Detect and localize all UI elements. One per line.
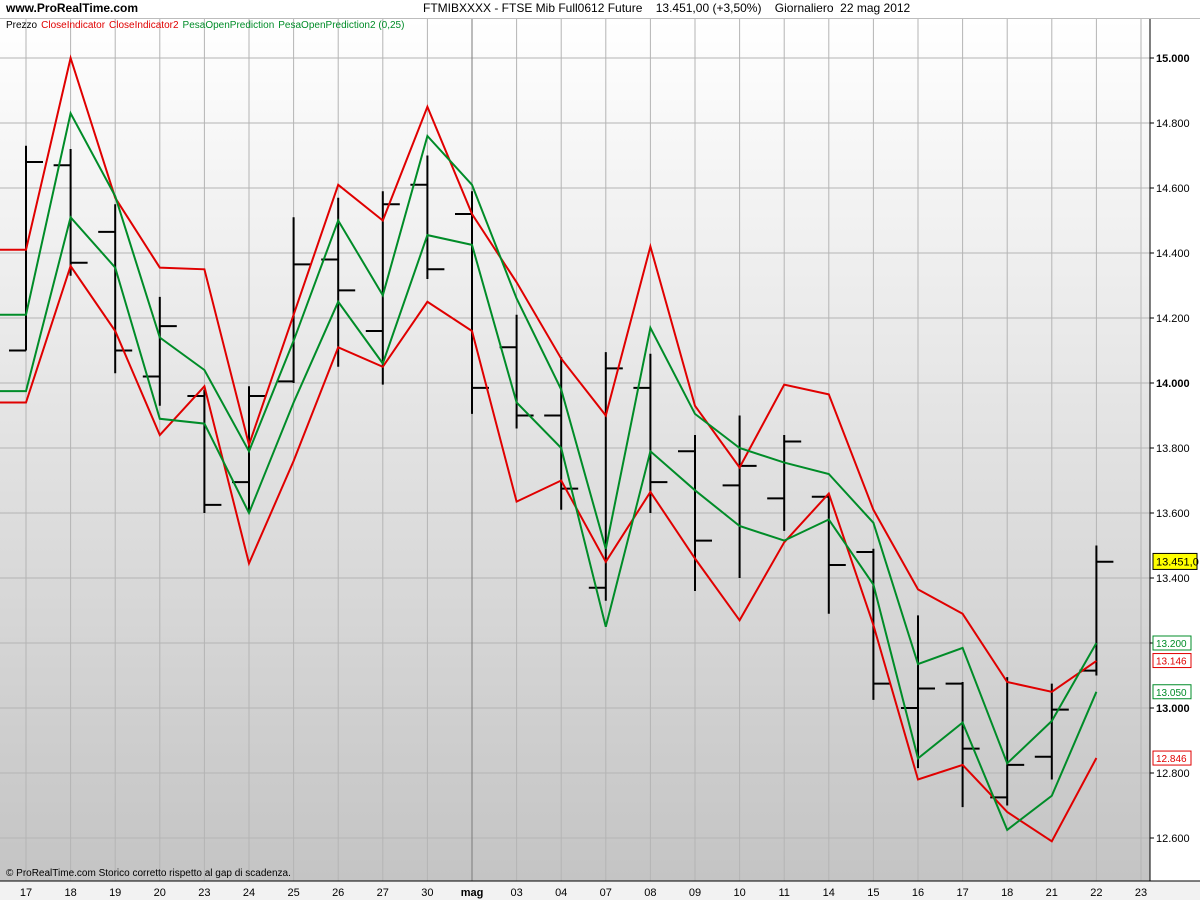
price-chart[interactable]: 12.600 12.800 13.000 13.200 13.400 13.600 13.8… [0, 19, 1200, 900]
y-tick-label: 13.000 [1156, 703, 1190, 715]
copyright-note: © ProRealTime.com Storico corretto rispe… [6, 868, 291, 879]
value-label: 12.846 [1156, 754, 1187, 765]
y-tick-label: 14.600 [1156, 183, 1190, 195]
x-tick-label: 26 [332, 887, 344, 899]
y-tick-label: 13.400 [1156, 573, 1190, 585]
x-tick-label: 04 [555, 887, 567, 899]
x-tick-label: 16 [912, 887, 924, 899]
x-tick-label: 27 [377, 887, 389, 899]
legend-entry: PesaOpenPrediction [182, 20, 275, 31]
legend-entry: CloseIndicator [41, 20, 106, 31]
legend-entry: CloseIndicator2 [109, 20, 179, 31]
y-tick-label: 12.800 [1156, 768, 1190, 780]
x-tick-label: 24 [243, 887, 255, 899]
site-name[interactable]: www.ProRealTime.com [6, 1, 138, 15]
y-tick-label: 14.800 [1156, 118, 1190, 130]
y-tick-label: 12.600 [1156, 833, 1190, 845]
x-tick-label: 20 [154, 887, 166, 899]
plot-area [0, 19, 1150, 881]
x-tick-label: 11 [778, 887, 789, 899]
x-tick-label: 07 [600, 887, 612, 899]
x-tick-label: 18 [1001, 887, 1013, 899]
x-tick-label: 10 [733, 887, 745, 899]
y-tick-label: 14.400 [1156, 248, 1190, 260]
value-label: 13.146 [1156, 657, 1187, 668]
x-tick-label: 22 [1090, 887, 1102, 899]
x-tick-label: 23 [198, 887, 210, 899]
chart-title: FTMIBXXXX - FTSE Mib Full0612 Future 13.… [423, 1, 911, 15]
y-tick-label: 13.800 [1156, 443, 1190, 455]
x-tick-label: 21 [1046, 887, 1058, 899]
x-tick-label: 30 [421, 887, 433, 899]
x-tick-label: 25 [287, 887, 299, 899]
x-tick-label: 14 [823, 887, 835, 899]
value-label: 13.050 [1156, 688, 1187, 699]
x-tick-label: 15 [867, 887, 879, 899]
x-tick-label: 19 [109, 887, 121, 899]
x-tick-label: 17 [956, 887, 968, 899]
x-tick-label: 23 [1135, 887, 1147, 899]
legend-entry: Prezzo [6, 20, 38, 31]
y-tick-label: 14.000 [1156, 378, 1190, 390]
x-tick-label: 03 [510, 887, 522, 899]
x-tick-label: mag [461, 887, 484, 899]
value-label: 13.200 [1156, 639, 1187, 650]
last-price-label: 13.451,0 [1156, 556, 1199, 568]
y-tick-label: 15.000 [1156, 53, 1190, 65]
title-bar: www.ProRealTime.com FTMIBXXXX - FTSE Mib… [0, 0, 1200, 19]
x-tick-label: 08 [644, 887, 656, 899]
legend: Prezzo CloseIndicator CloseIndicator2 PesaO… [6, 20, 408, 31]
legend-entry: PesaOpenPrediction2 (0,25) [278, 20, 405, 31]
x-tick-label: 18 [64, 887, 76, 899]
x-tick-label: 09 [689, 887, 701, 899]
x-tick-label: 17 [20, 887, 32, 899]
y-tick-label: 13.600 [1156, 508, 1190, 520]
y-tick-label: 14.200 [1156, 313, 1190, 325]
